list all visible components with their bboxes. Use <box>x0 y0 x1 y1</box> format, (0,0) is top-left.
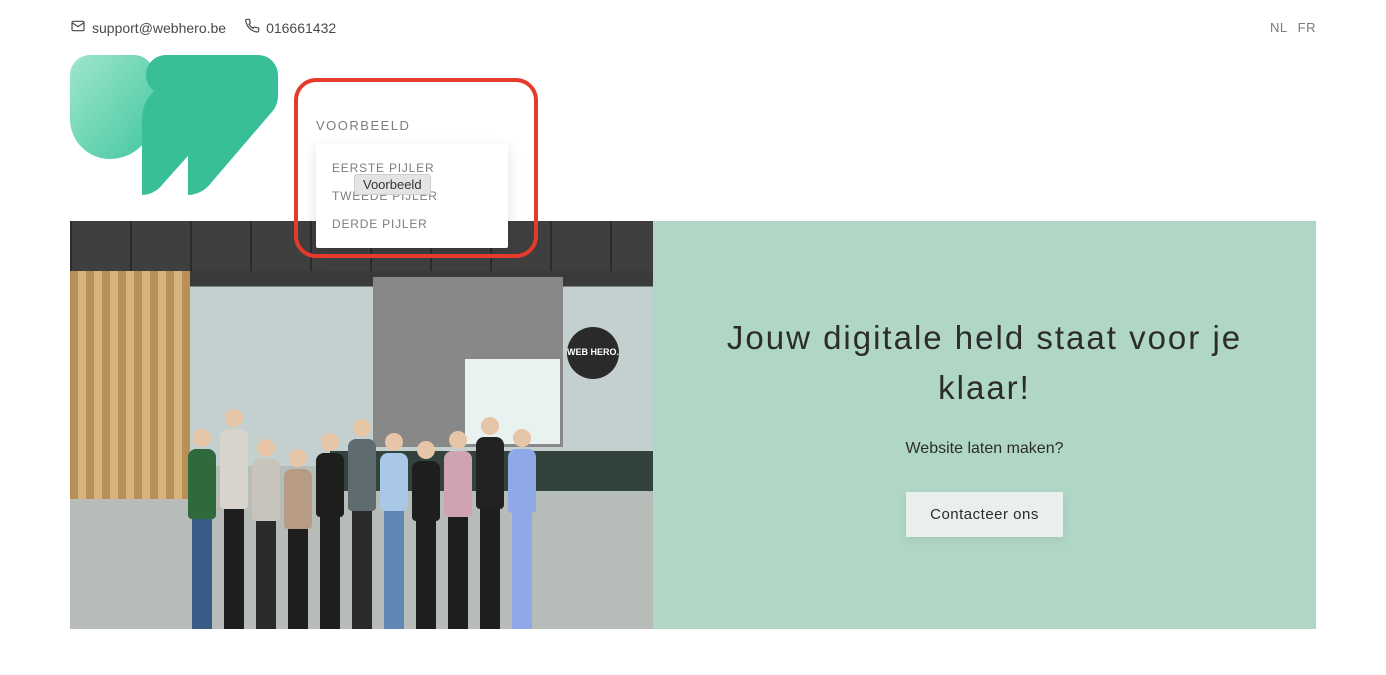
hero-section: WEB HERO. Jouw digitale held staat voor … <box>70 221 1316 629</box>
phone-icon <box>244 18 260 37</box>
phone-text: 016661432 <box>266 20 336 36</box>
mail-icon <box>70 18 86 37</box>
dropdown-item-3[interactable]: DERDE PIJLER <box>316 210 508 238</box>
main-menu: VOORBEELD EERSTE PIJLER TWEEDE PIJLER DE… <box>316 118 410 133</box>
hero-headline: Jouw digitale held staat voor je klaar! <box>693 313 1276 412</box>
contact-button[interactable]: Contacteer ons <box>906 492 1063 537</box>
language-switcher: NL FR <box>1270 20 1316 35</box>
hero-image: WEB HERO. <box>70 221 653 629</box>
phone-link[interactable]: 016661432 <box>244 18 336 37</box>
logo[interactable] <box>70 55 278 195</box>
hero-subline: Website laten maken? <box>905 440 1063 458</box>
top-bar: support@webhero.be 016661432 NL FR <box>70 0 1316 37</box>
hero-content: Jouw digitale held staat voor je klaar! … <box>653 221 1316 629</box>
nav-row: VOORBEELD EERSTE PIJLER TWEEDE PIJLER DE… <box>70 55 1316 195</box>
email-text: support@webhero.be <box>92 20 226 36</box>
lang-fr[interactable]: FR <box>1298 20 1316 35</box>
lang-nl[interactable]: NL <box>1270 20 1288 35</box>
email-link[interactable]: support@webhero.be <box>70 18 226 37</box>
nav-dropdown: EERSTE PIJLER TWEEDE PIJLER DERDE PIJLER… <box>316 144 508 248</box>
tooltip: Voorbeeld <box>354 174 431 195</box>
nav-item-voorbeeld[interactable]: VOORBEELD <box>316 118 410 133</box>
